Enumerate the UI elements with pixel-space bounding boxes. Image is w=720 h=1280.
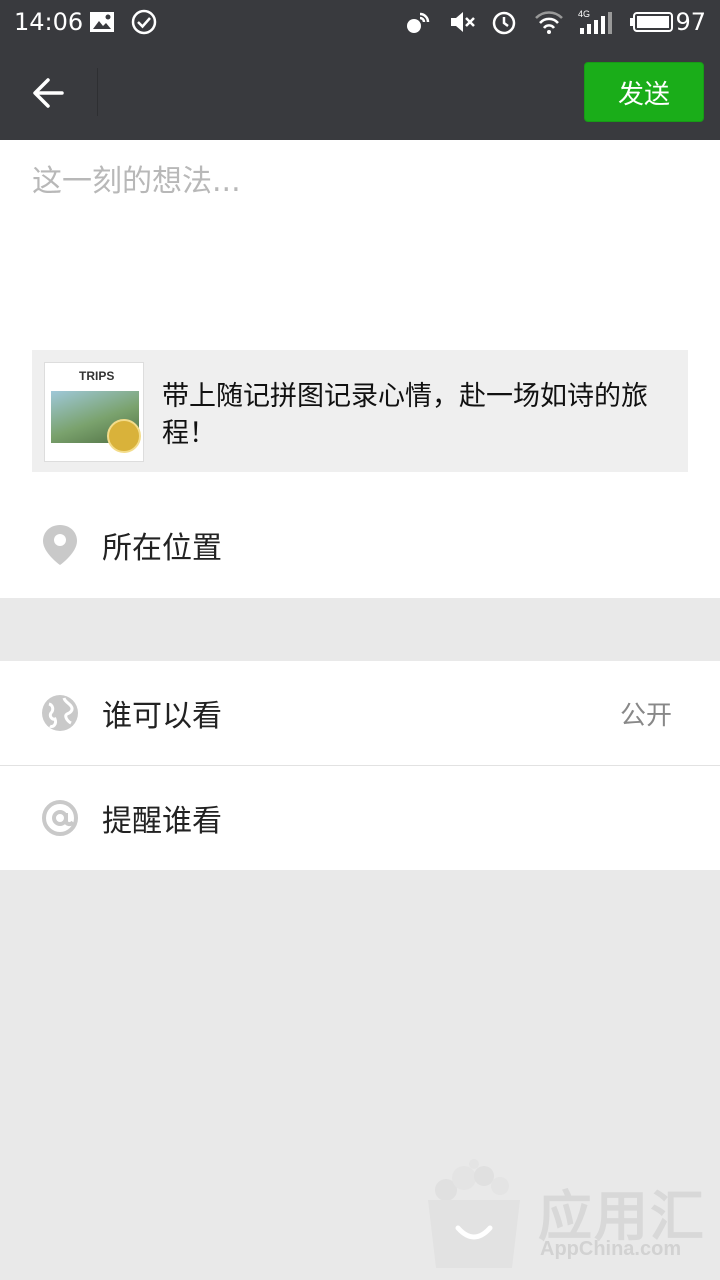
check-circle-icon (130, 8, 158, 36)
status-bar: 14:06 4G 97 (0, 0, 720, 44)
alarm-icon (490, 8, 518, 36)
watermark-en-text: AppChina.com (540, 1238, 682, 1260)
share-card[interactable]: TRIPS 带上随记拼图记录心情，赴一场如诗的旅程！ (32, 350, 688, 472)
at-icon (40, 796, 80, 840)
wifi-icon (534, 8, 563, 36)
visibility-label: 谁可以看 (102, 699, 222, 734)
send-button[interactable]: 发送 (584, 62, 704, 122)
mention-row[interactable]: 提醒谁看 (0, 766, 720, 870)
header-divider (97, 68, 98, 116)
mention-label: 提醒谁看 (102, 804, 222, 839)
nfc-icon (404, 8, 432, 36)
share-thumbnail: TRIPS (44, 362, 144, 462)
status-time: 14:06 (14, 8, 84, 36)
title-bar: 发送 (0, 44, 720, 140)
image-notification-icon (88, 8, 116, 36)
signal-4g-icon: 4G (578, 8, 614, 36)
svg-text:4G: 4G (578, 9, 590, 19)
globe-icon (40, 691, 80, 735)
back-button[interactable] (24, 68, 74, 118)
thumbnail-badge (107, 419, 141, 453)
mute-icon (448, 8, 476, 36)
battery-icon (630, 8, 676, 36)
visibility-value: 公开 (619, 700, 672, 731)
thumbnail-title: TRIPS (79, 369, 115, 383)
location-row[interactable]: 所在位置 (0, 493, 720, 597)
location-pin-icon (40, 523, 80, 567)
location-label: 所在位置 (102, 531, 222, 566)
share-card-text: 带上随记拼图记录心情，赴一场如诗的旅程！ (162, 381, 648, 449)
battery-level: 97 (675, 8, 706, 36)
appchina-logo-icon (424, 1156, 524, 1272)
thought-input[interactable] (32, 156, 688, 336)
visibility-row[interactable]: 谁可以看 公开 (0, 661, 720, 765)
arrow-left-icon (33, 78, 64, 108)
appchina-watermark: 应用汇 AppChina.com (424, 1156, 714, 1272)
